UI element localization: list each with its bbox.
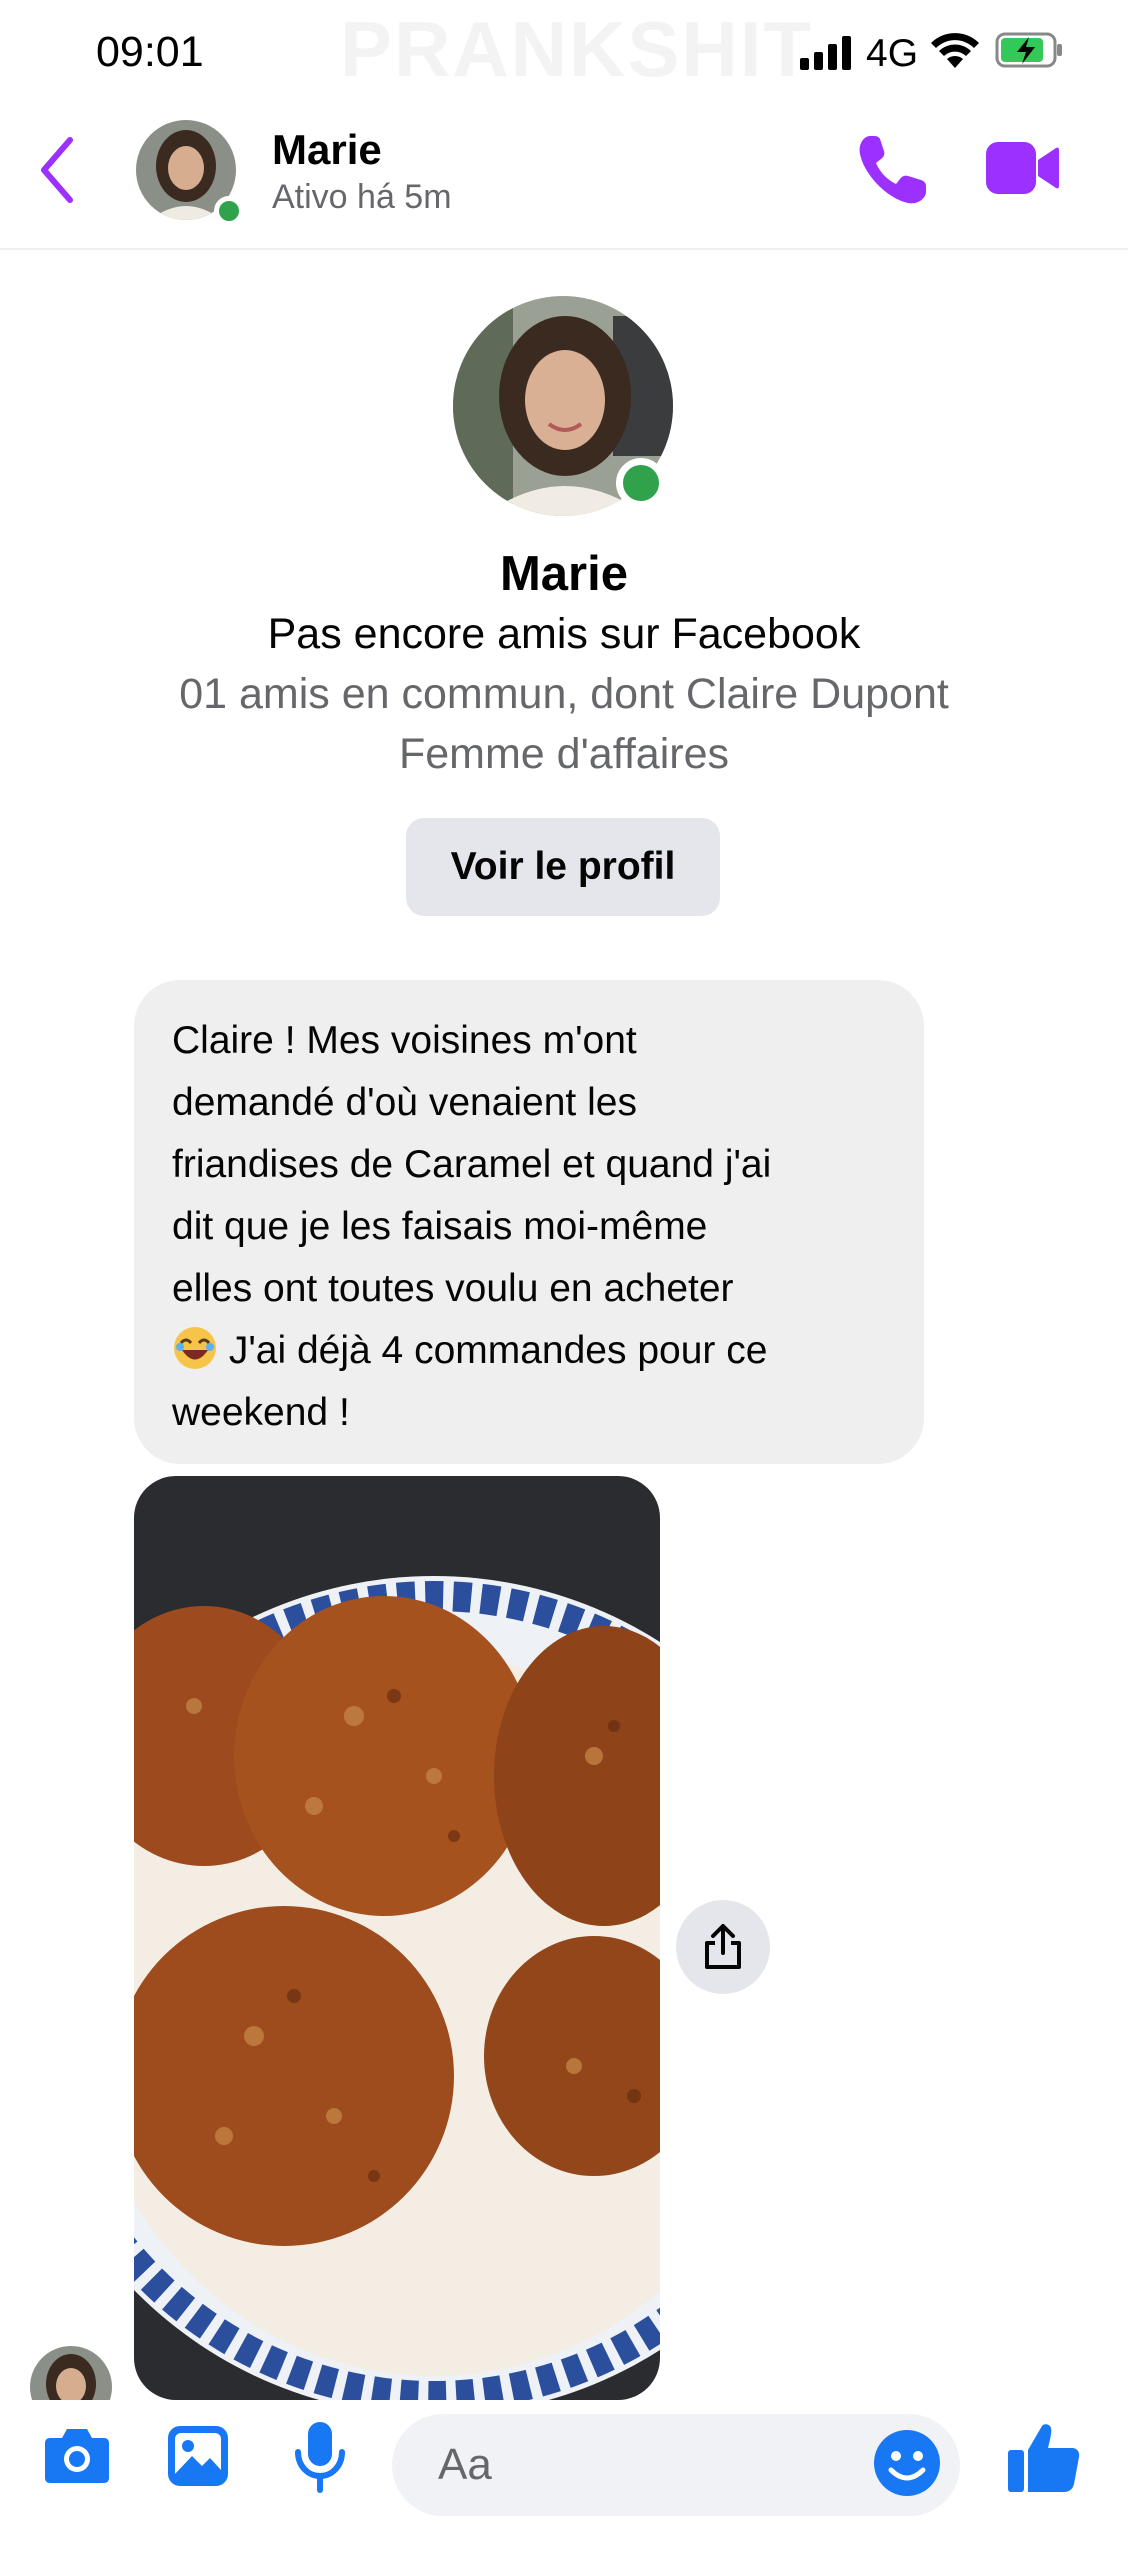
- camera-icon[interactable]: [44, 2424, 110, 2491]
- wifi-icon: [928, 30, 982, 75]
- contact-name[interactable]: Marie: [272, 126, 382, 174]
- job-title: Femme d'affaires: [398, 730, 730, 778]
- microphone-icon[interactable]: [290, 2418, 350, 2499]
- online-indicator: [616, 458, 666, 508]
- cookie-photo[interactable]: [134, 1476, 660, 2400]
- mutual-friends: 01 amis en commun, dont Claire Dupont: [179, 670, 949, 718]
- watermark: PRANKSHIT: [340, 5, 814, 93]
- emoji-icon[interactable]: [872, 2428, 942, 2503]
- share-icon: [705, 1924, 741, 1969]
- message-text: Claire ! Mes voisines m'ont demandé d'où…: [172, 1010, 886, 1444]
- phone-call-icon[interactable]: [852, 130, 932, 215]
- profile-name: Marie: [499, 547, 628, 601]
- active-status: Ativo há 5m: [272, 178, 452, 216]
- network-type: 4G: [866, 32, 919, 75]
- laughing-emoji-icon: [172, 1325, 218, 1371]
- message-text-part2: J'ai déjà 4 commandes pour ce weekend !: [172, 1329, 768, 1434]
- share-button[interactable]: [676, 1900, 770, 1994]
- friend-status: Pas encore amis sur Facebook: [267, 610, 861, 658]
- status-time: 09:01: [96, 28, 204, 76]
- video-call-icon[interactable]: [984, 140, 1060, 201]
- gallery-icon[interactable]: [166, 2424, 230, 2493]
- thumbs-up-icon[interactable]: [1006, 2420, 1082, 2501]
- message-text-part1: Claire ! Mes voisines m'ont demandé d'où…: [172, 1019, 772, 1310]
- battery-charging-icon: [995, 30, 1065, 75]
- message-bubble[interactable]: Claire ! Mes voisines m'ont demandé d'où…: [134, 980, 924, 1464]
- back-chevron-icon[interactable]: [36, 134, 80, 211]
- cellular-signal-icon: [800, 34, 851, 70]
- online-indicator: [214, 196, 244, 226]
- view-profile-button[interactable]: Voir le profil: [406, 818, 720, 916]
